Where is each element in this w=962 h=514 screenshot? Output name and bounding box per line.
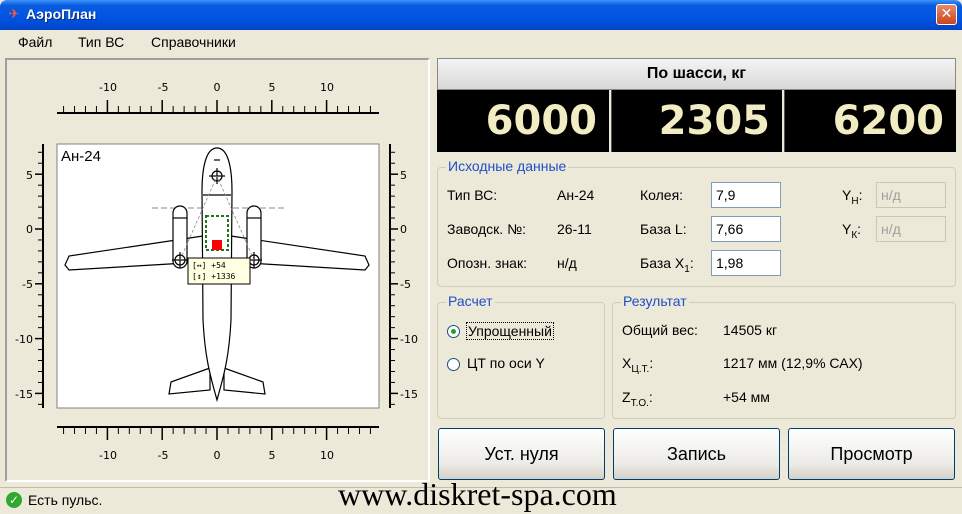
close-button[interactable]: ✕	[936, 4, 957, 25]
total-weight-label: Общий вес:	[622, 322, 698, 338]
xct-value: 1217 мм (12,9% САХ)	[723, 355, 863, 371]
left-y-tick-label: 5	[26, 169, 33, 182]
cg-marker	[212, 240, 222, 250]
base-l-label: База L:	[640, 221, 687, 237]
total-weight-value: 14505 кг	[723, 322, 778, 338]
serial-label: Заводск. №:	[447, 221, 526, 237]
right-ruler-ticks	[390, 151, 398, 405]
right-y-tick-label: -15	[400, 388, 418, 401]
menu-aircraft-type[interactable]: Тип ВС	[78, 34, 124, 50]
source-data-group: Исходные данные Тип ВС: Ан-24 Заводск. №…	[437, 158, 956, 287]
cg-tooltip-line1: [↔] +54	[192, 261, 226, 270]
yk-label: YК:	[842, 221, 862, 241]
watermark: www.diskret-spa.com	[338, 476, 617, 512]
menu-bar: Файл Тип ВС Справочники	[0, 30, 962, 54]
track-label: Колея:	[640, 187, 684, 203]
registration-label: Опозн. знак:	[447, 255, 527, 271]
aircraft-type-label: Тип ВС:	[447, 187, 498, 203]
track-input[interactable]: 7,9	[711, 182, 781, 208]
xct-label: XЦ.Т.:	[622, 355, 654, 375]
record-button[interactable]: Запись	[613, 428, 780, 480]
menu-references[interactable]: Справочники	[151, 34, 236, 50]
bottom-x-tick-label: 10	[320, 449, 334, 462]
top-x-tick-label: 5	[269, 81, 276, 94]
weight-display-nose: 2305	[611, 90, 782, 152]
view-button[interactable]: Просмотр	[788, 428, 955, 480]
left-y-tick-label: 0	[26, 223, 33, 236]
cg-y-axis-radio[interactable]	[447, 358, 460, 371]
cg-gauge-panel: -10 -5 0 5 10 -10 -5 0 5 10 5 0 -5 -10 -…	[5, 58, 430, 482]
bottom-x-tick-label: 0	[214, 449, 221, 462]
aircraft-type-value: Ан-24	[557, 187, 595, 203]
right-y-tick-label: 0	[400, 223, 407, 236]
simplified-radio[interactable]	[447, 325, 460, 338]
title-bar[interactable]: ✈ АэроПлан ✕	[0, 0, 962, 30]
calc-group: Расчет Упрощенный ЦТ по оси Y	[437, 293, 605, 419]
base-l-input[interactable]: 7,66	[711, 216, 781, 242]
source-data-title: Исходные данные	[446, 158, 569, 174]
status-text: Есть пульс.	[28, 492, 103, 508]
base-x1-input[interactable]: 1,98	[711, 250, 781, 276]
aircraft-label: Ан-24	[61, 148, 101, 165]
left-y-tick-label: -5	[22, 278, 33, 291]
zto-value: +54 мм	[723, 389, 770, 405]
top-x-tick-label: 0	[214, 81, 221, 94]
bottom-x-tick-label: -5	[158, 449, 169, 462]
weight-display-left: 6000	[437, 90, 609, 152]
status-ok-icon: ✓	[6, 492, 22, 508]
top-x-tick-label: -5	[158, 81, 169, 94]
yk-input[interactable]: н/д	[876, 216, 946, 242]
weight-display-right: 6200	[784, 90, 956, 152]
base-x1-label: База X1:	[640, 255, 694, 275]
calc-title: Расчет	[446, 293, 495, 309]
app-window: ✈ АэроПлан ✕ Файл Тип ВС Справочники -10…	[0, 0, 962, 514]
right-y-tick-label: 5	[400, 169, 407, 182]
yh-label: YН:	[842, 187, 863, 207]
top-ruler-ticks	[63, 100, 371, 113]
top-x-tick-label: 10	[320, 81, 334, 94]
window-title: АэроПлан	[26, 6, 97, 22]
result-group: Результат Общий вес: 14505 кг XЦ.Т.: 121…	[612, 293, 956, 419]
left-y-tick-label: -15	[15, 388, 33, 401]
bottom-x-tick-label: -10	[99, 449, 117, 462]
bottom-ruler-ticks	[63, 427, 371, 440]
cg-tooltip-line2: [↕] +1336	[192, 272, 236, 281]
menu-file[interactable]: Файл	[18, 34, 52, 50]
simplified-radio-label[interactable]: Упрощенный	[466, 322, 554, 340]
top-x-tick-label: -10	[99, 81, 117, 94]
zto-label: ZТ.О.:	[622, 389, 653, 409]
right-y-tick-label: -5	[400, 278, 411, 291]
app-airplane-icon: ✈	[8, 7, 20, 22]
yh-input[interactable]: н/д	[876, 182, 946, 208]
left-y-tick-label: -10	[15, 333, 33, 346]
result-title: Результат	[621, 293, 689, 309]
left-ruler-ticks	[35, 151, 43, 405]
bottom-x-tick-label: 5	[269, 449, 276, 462]
cg-y-axis-radio-label[interactable]: ЦТ по оси Y	[467, 355, 545, 371]
set-zero-button[interactable]: Уст. нуля	[438, 428, 605, 480]
weight-header: По шасси, кг	[437, 58, 956, 90]
cg-gauge: -10 -5 0 5 10 -10 -5 0 5 10 5 0 -5 -10 -…	[15, 81, 418, 462]
serial-value: 26-11	[557, 221, 592, 237]
right-y-tick-label: -10	[400, 333, 418, 346]
registration-value: н/д	[557, 255, 577, 271]
